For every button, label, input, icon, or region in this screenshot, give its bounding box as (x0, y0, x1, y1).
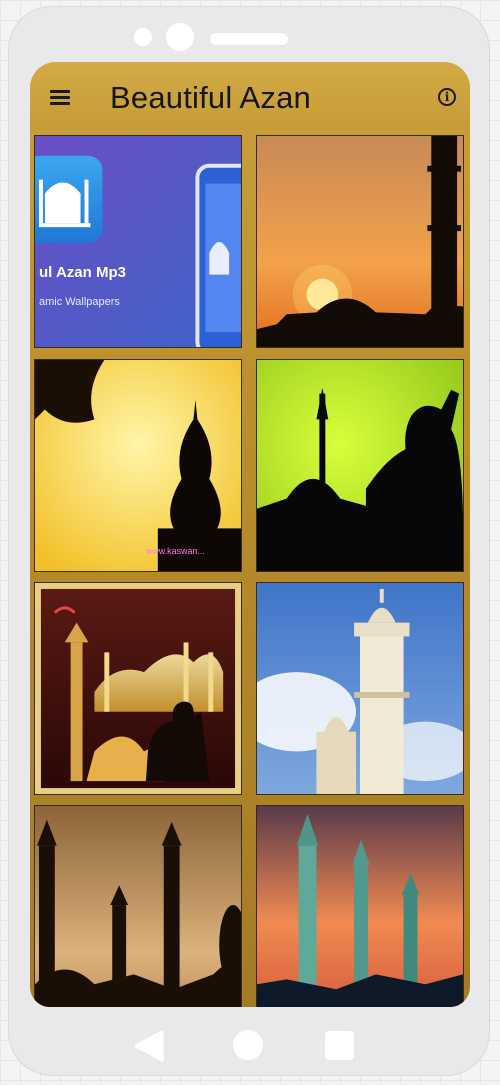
app-title: Beautiful Azan (110, 80, 312, 115)
wallpaper-tile-white-minaret[interactable] (256, 582, 464, 795)
back-triangle-icon[interactable] (134, 1030, 164, 1062)
wallpaper-tile-lit-minarets[interactable] (256, 805, 464, 1007)
system-nav-bar (8, 1016, 490, 1076)
hamburger-menu-icon[interactable] (50, 90, 70, 105)
promo-app-name: ul Azan Mp3 (39, 264, 126, 281)
app-screen: Beautiful Azan i ul Azan Mp3 amic Wallpa… (30, 62, 470, 1007)
front-sensor (134, 28, 152, 46)
recents-square-icon[interactable] (325, 1031, 354, 1060)
info-icon[interactable]: i (438, 88, 456, 106)
front-camera (166, 23, 194, 51)
wallpaper-tile-azan-calligraphy[interactable] (34, 582, 242, 795)
earpiece-speaker (210, 33, 288, 45)
wallpaper-tile-yellow-minaret[interactable]: www.kaswan... (34, 359, 242, 572)
promo-tagline: amic Wallpapers (39, 296, 120, 308)
wallpaper-watermark: www.kaswan... (145, 546, 205, 556)
wallpaper-tile-dusk-minarets[interactable] (34, 805, 242, 1007)
wallpaper-tile-green-mosque[interactable] (256, 359, 464, 572)
home-circle-icon[interactable] (233, 1030, 263, 1060)
app-bar: Beautiful Azan i (30, 62, 470, 130)
phone-frame: Beautiful Azan i ul Azan Mp3 amic Wallpa… (8, 6, 490, 1076)
wallpaper-tile-sunset-dome[interactable] (256, 135, 464, 348)
wallpaper-tile-promo[interactable]: ul Azan Mp3 amic Wallpapers (34, 135, 242, 348)
